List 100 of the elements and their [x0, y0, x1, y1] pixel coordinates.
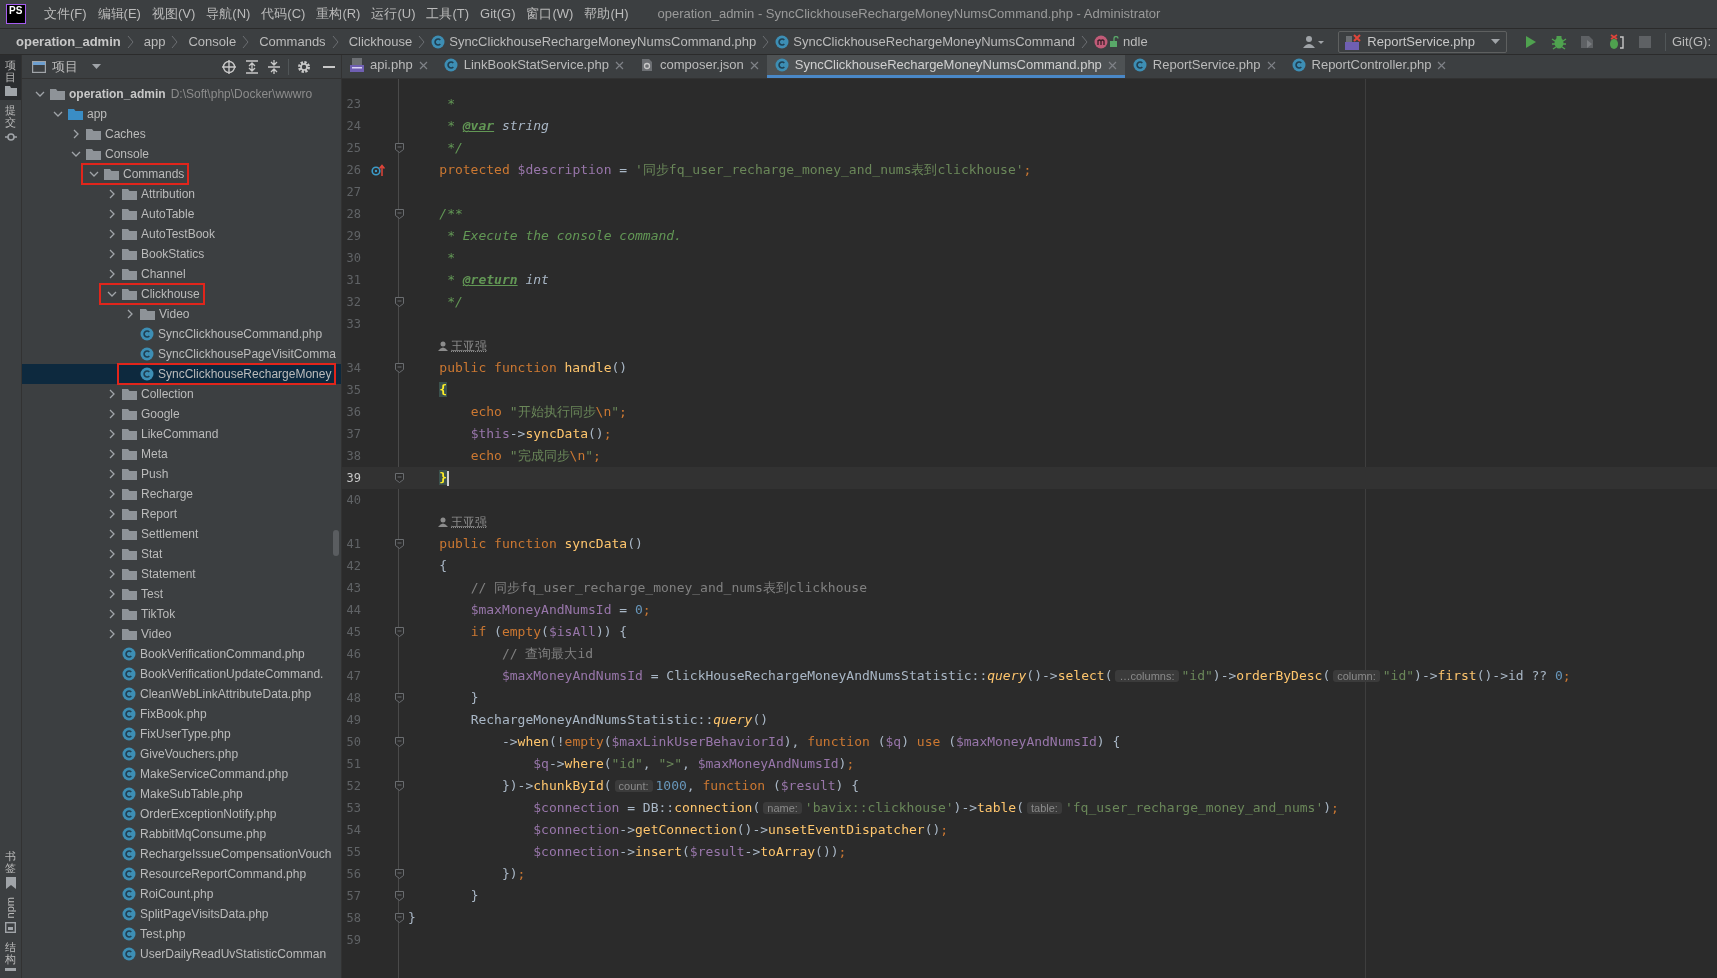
tree-item[interactable]: GiveVouchers.php [22, 744, 341, 764]
tree-item[interactable]: SyncClickhouseCommand.php [22, 324, 341, 344]
tree-item[interactable]: Stat [22, 544, 341, 564]
structure-icon[interactable] [5, 968, 16, 974]
fold-icon[interactable] [394, 539, 404, 549]
breadcrumb[interactable]: SyncClickhouseRechargeMoneyNumsCommand [793, 31, 1076, 52]
tree-item[interactable]: FixBook.php [22, 704, 341, 724]
tree-item[interactable]: Settlement [22, 524, 341, 544]
tool-window-tab[interactable]: 项目 [0, 55, 21, 101]
author-hint[interactable]: 王亚强 [451, 513, 487, 531]
tool-window-label[interactable]: 结构 [5, 940, 16, 965]
commit-icon[interactable] [4, 131, 17, 144]
tree-item[interactable]: SyncClickhouseRechargeMoney [22, 364, 341, 384]
menu-item[interactable]: 帮助(H) [584, 4, 629, 24]
menu-item[interactable]: 代码(C) [261, 4, 306, 24]
editor-tab[interactable]: LinkBookStatService.php [435, 55, 632, 78]
tree-item[interactable]: Channel [22, 264, 341, 284]
close-icon[interactable] [614, 60, 624, 70]
override-icon[interactable] [371, 163, 385, 177]
tree-item[interactable]: Meta [22, 444, 341, 464]
fold-icon[interactable] [394, 869, 404, 879]
menu-item[interactable]: 文件(F) [44, 4, 87, 24]
tree-item[interactable]: Caches [22, 124, 341, 144]
tree-item[interactable]: SplitPageVisitsData.php [22, 904, 341, 924]
tree-item[interactable]: CleanWebLinkAttributeData.php [22, 684, 341, 704]
fold-icon[interactable] [394, 297, 404, 307]
editor-tab[interactable]: composer.json [631, 55, 767, 78]
breadcrumb[interactable]: Console [188, 31, 237, 52]
tree-item[interactable]: Video [22, 624, 341, 644]
tree-item[interactable]: Test.php [22, 924, 341, 944]
minimize-icon[interactable] [323, 65, 335, 68]
tree-item[interactable]: app [22, 104, 341, 124]
author-hint[interactable]: 王亚强 [451, 337, 487, 355]
expand-all-icon[interactable] [246, 59, 258, 74]
close-icon[interactable] [1266, 60, 1276, 70]
settings-icon[interactable] [297, 59, 311, 74]
collapse-all-icon[interactable] [268, 59, 280, 74]
menu-item[interactable]: 运行(U) [371, 4, 416, 24]
run-configuration-dropdown[interactable]: ReportService.php [1338, 30, 1507, 53]
tool-window-label[interactable]: 项目 [5, 59, 16, 84]
locate-icon[interactable] [222, 59, 236, 74]
debug-icon[interactable] [1551, 33, 1567, 50]
tree-item[interactable]: RoiCount.php [22, 884, 341, 904]
close-icon[interactable] [1437, 60, 1447, 70]
tree-item[interactable]: AutoTable [22, 204, 341, 224]
breadcrumb[interactable]: Commands [259, 31, 326, 52]
tree-item[interactable]: OrderExceptionNotify.php [22, 804, 341, 824]
fold-icon[interactable] [394, 143, 404, 153]
fold-icon[interactable] [394, 781, 404, 791]
tree-item[interactable]: BookVerificationCommand.php [22, 644, 341, 664]
tree-item[interactable]: Google [22, 404, 341, 424]
tree-item[interactable]: Attribution [22, 184, 341, 204]
npm-icon[interactable] [5, 921, 16, 933]
breadcrumb[interactable]: SyncClickhouseRechargeMoneyNumsCommand.php [449, 31, 757, 52]
close-icon[interactable] [418, 60, 428, 70]
caret-icon[interactable] [92, 63, 101, 70]
menu-item[interactable]: 重构(R) [316, 4, 361, 24]
tree-item[interactable]: operation_admin D:\Soft\php\Docker\wwwro [22, 84, 341, 104]
tree-item[interactable]: ResourceReportCommand.php [22, 864, 341, 884]
tree-item[interactable]: LikeCommand [22, 424, 341, 444]
editor-tab[interactable]: SyncClickhouseRechargeMoneyNumsCommand.php [766, 55, 1125, 78]
tool-window-label[interactable]: 提交 [5, 104, 16, 129]
menu-item[interactable]: 导航(N) [206, 4, 251, 24]
tree-item[interactable]: UserDailyReadUvStatisticComman [22, 944, 341, 964]
tree-item[interactable]: Recharge [22, 484, 341, 504]
menu-item[interactable]: Git(G) [480, 4, 516, 24]
menu-item[interactable]: 工具(T) [426, 4, 470, 24]
close-icon[interactable] [1107, 60, 1117, 70]
tree-item[interactable]: Statement [22, 564, 341, 584]
tree-item[interactable]: FixUserType.php [22, 724, 341, 744]
fold-icon[interactable] [394, 473, 404, 483]
fold-icon[interactable] [394, 891, 404, 901]
menu-item[interactable]: 视图(V) [151, 4, 196, 24]
editor-tab[interactable]: api.php [342, 55, 436, 78]
breadcrumb[interactable]: ndle [1123, 31, 1148, 52]
tree-item[interactable]: Push [22, 464, 341, 484]
fold-icon[interactable] [394, 627, 404, 637]
tree-item[interactable]: TikTok [22, 604, 341, 624]
fold-icon[interactable] [394, 363, 404, 373]
tree-item[interactable]: Commands [22, 164, 341, 184]
fold-icon[interactable] [394, 209, 404, 219]
breadcrumb[interactable]: app [143, 31, 166, 52]
run-icon[interactable] [1525, 34, 1537, 49]
tree-item[interactable]: BookVerificationUpdateCommand. [22, 664, 341, 684]
tool-window-label[interactable]: npm [2, 897, 19, 919]
bookmark-icon[interactable] [5, 877, 16, 890]
editor-tab[interactable]: ReportController.php [1283, 55, 1455, 78]
tree-item[interactable]: Report [22, 504, 341, 524]
fold-icon[interactable] [394, 737, 404, 747]
stop-icon[interactable] [1639, 35, 1651, 48]
tree-item[interactable]: Test [22, 584, 341, 604]
tree-item[interactable]: Console [22, 144, 341, 164]
fold-icon[interactable] [394, 913, 404, 923]
tool-window-label[interactable]: 书签 [5, 850, 16, 875]
coverage-icon[interactable] [1579, 33, 1595, 50]
tree-item[interactable]: AutoTestBook [22, 224, 341, 244]
breadcrumb[interactable]: operation_admin [16, 31, 121, 52]
scrollbar-thumb[interactable] [333, 530, 339, 556]
profiler-icon[interactable] [1607, 33, 1625, 50]
fold-icon[interactable] [394, 693, 404, 703]
